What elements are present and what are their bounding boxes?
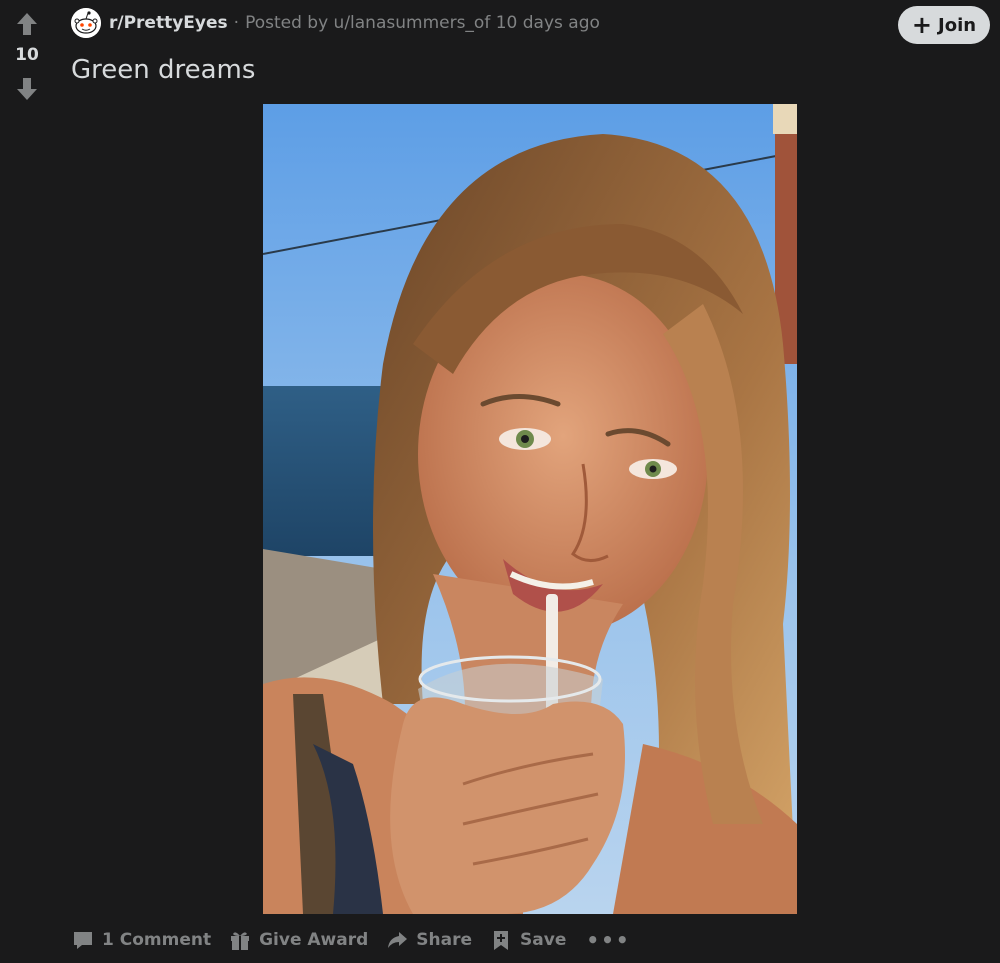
share-arrow-icon bbox=[386, 929, 408, 951]
more-options-icon[interactable]: ••• bbox=[586, 928, 630, 952]
arrow-up-icon bbox=[17, 13, 37, 35]
post-header: r/PrettyEyes · Posted by u/lanasummers_o… bbox=[71, 7, 600, 39]
save-label: Save bbox=[520, 930, 567, 950]
photo-illustration bbox=[263, 104, 797, 914]
post-image[interactable] bbox=[263, 104, 797, 914]
plus-icon: + bbox=[911, 11, 933, 39]
comment-icon bbox=[72, 929, 94, 951]
share-label: Share bbox=[416, 930, 473, 950]
meta-separator: · bbox=[233, 13, 240, 33]
give-award-button[interactable]: Give Award bbox=[229, 929, 368, 951]
reddit-snoo-icon[interactable] bbox=[71, 8, 101, 38]
post-title[interactable]: Green dreams bbox=[71, 55, 255, 85]
posted-by-text[interactable]: Posted by u/lanasummers_of 10 days ago bbox=[245, 13, 600, 33]
subreddit-link[interactable]: r/PrettyEyes bbox=[109, 13, 228, 33]
bookmark-plus-icon bbox=[490, 929, 512, 951]
vote-score: 10 bbox=[15, 45, 39, 65]
post-actions: 1 Comment Give Award Share Save ••• bbox=[72, 924, 631, 956]
gift-icon bbox=[229, 929, 251, 951]
join-button[interactable]: + Join bbox=[898, 6, 990, 44]
downvote-button[interactable] bbox=[15, 77, 39, 101]
comments-label: 1 Comment bbox=[102, 930, 212, 950]
share-button[interactable]: Share bbox=[386, 929, 472, 951]
join-label: Join bbox=[938, 14, 977, 36]
post-card: 10 r/PrettyEyes · Posted by u/lanasummer bbox=[0, 0, 1000, 963]
upvote-button[interactable] bbox=[15, 12, 39, 36]
give-award-label: Give Award bbox=[259, 930, 369, 950]
arrow-down-icon bbox=[17, 78, 37, 100]
comments-button[interactable]: 1 Comment bbox=[72, 929, 211, 951]
save-button[interactable]: Save bbox=[490, 929, 566, 951]
